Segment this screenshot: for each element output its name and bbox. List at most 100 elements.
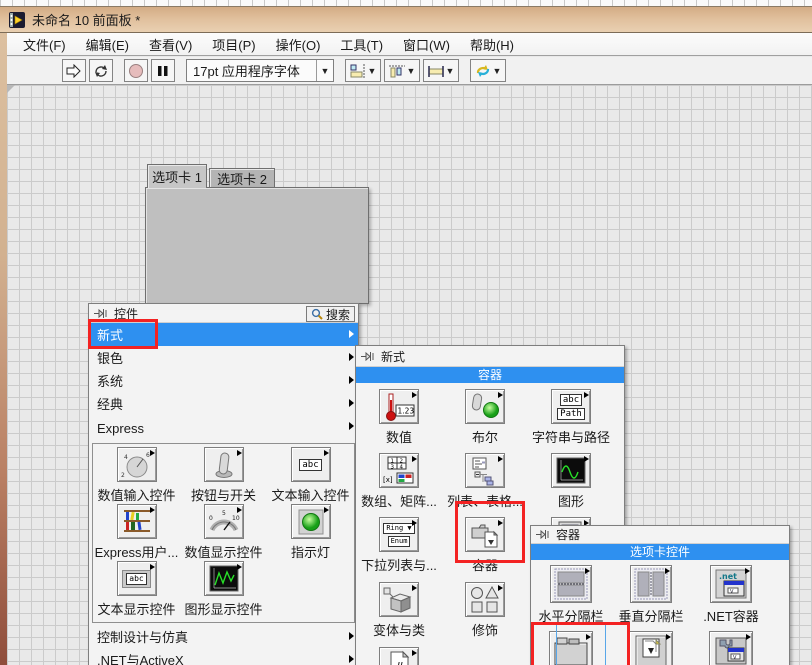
palette-item-variant-class[interactable]: 变体与类 — [356, 582, 442, 639]
horizontal-splitter-icon — [554, 568, 588, 600]
distribute-objects-button[interactable]: ▼ — [384, 59, 420, 82]
pin-icon[interactable] — [361, 351, 376, 362]
list-tree-icon — [467, 456, 503, 486]
section-banner-containers[interactable]: 容器 — [356, 367, 624, 383]
palette-item-graph[interactable]: 图形 — [528, 453, 614, 510]
net-container-icon: .netV — [714, 568, 748, 600]
palette-item-boolean[interactable]: 布尔 — [442, 389, 528, 446]
tab-page-2-label: 选项卡 2 — [217, 169, 267, 188]
palette-item-text-input[interactable]: abc 文本输入控件 — [267, 447, 354, 504]
svg-text:V: V — [730, 589, 734, 595]
container-palette-title: 容器 — [556, 526, 580, 543]
menu-project[interactable]: 项目(P) — [202, 33, 265, 56]
palette-item-string-path[interactable]: abcPath 字符串与路径 — [528, 389, 614, 446]
window-title: 未命名 10 前面板 * — [32, 10, 140, 29]
pin-icon[interactable] — [94, 308, 109, 319]
palette-item-numeric[interactable]: 1.23 数值 — [356, 389, 442, 446]
annotation-box-modern — [88, 319, 158, 349]
menu-operate[interactable]: 操作(O) — [266, 33, 331, 56]
annotation-box-tab-control — [531, 622, 630, 665]
palette-item-numeric-input[interactable]: 462 数值输入控件 — [93, 447, 180, 504]
resize-objects-icon — [428, 64, 444, 78]
svg-text:[x]: [x] — [383, 476, 393, 484]
submenu-arrow-icon — [349, 376, 354, 384]
palette-item-decorations[interactable]: 修饰 — [442, 582, 528, 639]
reorder-button[interactable]: ▼ — [470, 59, 506, 82]
submenu-arrow-icon — [349, 655, 354, 663]
modern-palette-header: 新式 — [356, 346, 624, 367]
palette-item-activex-container[interactable]: V — [691, 631, 771, 665]
svg-text:10: 10 — [232, 515, 240, 522]
menu-tools[interactable]: 工具(T) — [330, 33, 393, 56]
abc-display-icon: abc — [122, 570, 150, 588]
container-palette-header: 容器 — [531, 526, 789, 544]
palette-item-vertical-splitter[interactable]: 垂直分隔栏 — [611, 565, 691, 625]
palette-item-net-container[interactable]: .netV .NET容器 — [691, 565, 771, 625]
tab-control-body[interactable] — [145, 187, 369, 304]
menu-edit[interactable]: 编辑(E) — [76, 33, 139, 56]
font-selector-dropdown[interactable]: ▼ — [316, 60, 333, 81]
reorder-icon — [475, 64, 491, 78]
svg-text:3: 3 — [391, 464, 395, 470]
palette-item-horizontal-splitter[interactable]: 水平分隔栏 — [531, 565, 611, 625]
palette-item-array-matrix[interactable]: 1234[x] 数组、矩阵... — [356, 453, 442, 510]
palette-item-numeric-indicator[interactable]: 0510 数值显示控件 — [180, 504, 267, 561]
svg-text:6: 6 — [146, 452, 150, 459]
pause-button[interactable] — [151, 59, 175, 82]
menu-file[interactable]: 文件(F) — [13, 33, 76, 56]
category-system[interactable]: 系统 — [89, 369, 358, 392]
toggle-switch-icon — [206, 450, 242, 480]
category-express[interactable]: Express — [89, 415, 358, 441]
menu-view[interactable]: 查看(V) — [139, 33, 202, 56]
continuous-run-icon — [93, 64, 109, 78]
toolbar: 17pt 应用程序字体 ▼ ▼ ▼ ▼ ▼ — [7, 57, 812, 85]
palette-item-buttons-switches[interactable]: 按钮与开关 — [180, 447, 267, 504]
refnum-hash-icon: # — [381, 650, 417, 665]
svg-text:#: # — [394, 661, 405, 665]
palette-item-refnum[interactable]: # — [356, 647, 442, 665]
menu-window[interactable]: 窗口(W) — [393, 33, 460, 56]
run-button[interactable] — [62, 59, 86, 82]
resize-objects-button[interactable]: ▼ — [423, 59, 459, 82]
menu-help[interactable]: 帮助(H) — [460, 33, 524, 56]
abort-button[interactable] — [124, 59, 148, 82]
submenu-arrow-icon — [349, 399, 354, 407]
submenu-arrow-icon — [349, 330, 354, 338]
palette-item-ring-enum[interactable]: Ring ▼Enum 下拉列表与... — [356, 517, 442, 574]
abc-icon: abc — [560, 394, 582, 406]
bookshelf-icon — [119, 507, 155, 537]
font-selector-value: 17pt 应用程序字体 — [187, 61, 316, 80]
pin-icon[interactable] — [536, 529, 551, 540]
category-classic[interactable]: 经典 — [89, 392, 358, 415]
titlebar: 未命名 10 前面板 * — [0, 6, 812, 33]
thermometer-icon: 1.23 — [381, 392, 417, 422]
palette-item-graph-indicator[interactable]: 图形显示控件 — [180, 561, 267, 618]
graph-icon — [206, 564, 242, 594]
tab-page-1[interactable]: 选项卡 1 — [147, 164, 207, 188]
category-silver[interactable]: 银色 — [89, 346, 358, 369]
palette-item-text-indicator[interactable]: abc 文本显示控件 — [93, 561, 180, 618]
run-continuous-button[interactable] — [89, 59, 113, 82]
pause-icon — [157, 65, 169, 77]
align-objects-button[interactable]: ▼ — [345, 59, 381, 82]
section-banner-tab-control[interactable]: 选项卡控件 — [531, 544, 789, 560]
svg-text:V: V — [733, 655, 737, 661]
submenu-arrow-icon — [349, 632, 354, 640]
category-control-design[interactable]: 控制设计与仿真 — [89, 625, 358, 648]
palette-item-express-user[interactable]: Express用户... — [93, 504, 180, 561]
ring-icon: Ring ▼ — [383, 523, 414, 534]
annotation-box-containers — [455, 501, 525, 563]
led-icon — [293, 507, 329, 537]
palette-item-indicator-led[interactable]: 指示灯 — [267, 504, 354, 561]
distribute-objects-icon — [389, 64, 405, 78]
tab-page-1-label: 选项卡 1 — [152, 167, 202, 186]
labview-app-icon — [9, 12, 25, 28]
abc-input-icon: abc — [299, 459, 321, 471]
enum-icon: Enum — [388, 536, 411, 547]
category-net-activex[interactable]: .NET与ActiveX — [89, 648, 358, 665]
tab-page-2[interactable]: 选项卡 2 — [209, 168, 275, 188]
vertical-splitter-icon — [634, 568, 668, 600]
search-button[interactable]: 搜索 — [306, 306, 355, 322]
font-selector[interactable]: 17pt 应用程序字体 ▼ — [186, 59, 334, 82]
svg-text:4: 4 — [124, 454, 128, 461]
